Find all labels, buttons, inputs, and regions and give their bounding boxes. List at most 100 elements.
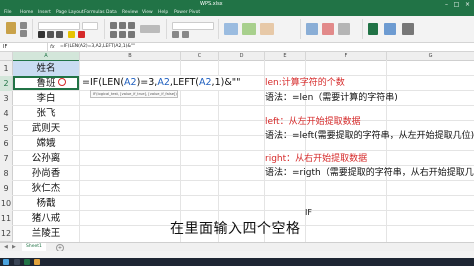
tab-review[interactable]: Review <box>122 9 138 16</box>
autosum-icon[interactable] <box>368 23 378 35</box>
column-header-c[interactable]: C <box>181 52 219 60</box>
cell-b2-formula-edit[interactable]: =IF(LEN(A2)=3,A2,LEFT(A2,1)&"" <box>82 76 241 90</box>
cell-a8[interactable]: 孙尚香 <box>13 166 79 181</box>
align-top-icon[interactable] <box>110 22 117 29</box>
column-header-g[interactable]: G <box>387 52 474 60</box>
copy-icon[interactable] <box>20 30 27 37</box>
format-table-icon[interactable] <box>242 23 256 35</box>
tab-home[interactable]: Home <box>20 9 33 16</box>
sort-filter-icon[interactable] <box>384 23 396 35</box>
cell-styles-icon[interactable] <box>260 23 274 35</box>
active-cell-outline[interactable] <box>13 76 79 90</box>
cell-a7[interactable]: 公孙离 <box>13 151 79 166</box>
cell-a10[interactable]: 杨戬 <box>13 196 79 211</box>
cell-a6[interactable]: 嫦娥 <box>13 136 79 151</box>
insert-cells-icon[interactable] <box>306 23 318 35</box>
font-color-icon[interactable] <box>78 31 85 38</box>
gridline <box>12 105 474 106</box>
tab-page-layout[interactable]: Page Layout <box>56 9 84 16</box>
row-header-12[interactable]: 12 <box>0 226 13 242</box>
column-header-a[interactable]: A <box>13 52 80 61</box>
tab-formulas[interactable]: Formulas <box>84 9 105 16</box>
column-header-e[interactable]: E <box>265 52 306 60</box>
gridline <box>79 60 80 242</box>
cut-icon[interactable] <box>20 22 27 29</box>
tab-power-pivot[interactable]: Power Pivot <box>174 9 200 16</box>
cell-a3[interactable]: 李白 <box>13 91 79 106</box>
formula-part: ,LEFT( <box>169 77 199 88</box>
start-icon[interactable] <box>3 259 9 265</box>
column-header-d[interactable]: D <box>219 52 265 60</box>
percent-icon[interactable] <box>172 31 179 38</box>
formula-part: =IF(LEN( <box>82 77 125 88</box>
align-bottom-icon[interactable] <box>128 22 135 29</box>
paste-icon[interactable] <box>6 22 16 34</box>
gridline <box>12 210 474 211</box>
gridline <box>12 150 474 151</box>
cells-group <box>302 19 363 39</box>
conditional-format-icon[interactable] <box>224 23 238 35</box>
gridline <box>386 60 387 242</box>
align-middle-icon[interactable] <box>119 22 126 29</box>
underline-icon[interactable] <box>56 31 63 38</box>
align-right-icon[interactable] <box>128 31 135 38</box>
tab-insert[interactable]: Insert <box>38 9 51 16</box>
note-left-syntax: 语法：=left(需要提取的字符串，从左开始提取几位) <box>265 131 474 141</box>
taskbar <box>0 258 474 266</box>
note-len-syntax: 语法：=len（需要计算的字符串) <box>265 93 398 103</box>
comma-icon[interactable] <box>182 31 189 38</box>
cell-a1-header[interactable]: 姓名 <box>13 61 79 76</box>
gridline <box>12 195 474 196</box>
align-left-icon[interactable] <box>110 31 117 38</box>
gridline <box>12 180 474 181</box>
fx-icon[interactable]: fx <box>50 43 55 51</box>
select-all-corner[interactable] <box>0 52 13 60</box>
formula-bar: IF fx =IF(LEN(A2)=3,A2,LEFT(A2,1)&"" <box>0 43 474 52</box>
formula-ref: A2 <box>157 77 170 88</box>
name-box[interactable]: IF <box>0 43 48 51</box>
maximize-icon[interactable]: □ <box>452 1 461 8</box>
formula-input[interactable]: =IF(LEN(A2)=3,A2,LEFT(A2,1)&"" <box>60 43 135 51</box>
column-headers: A B C D E F G <box>0 52 474 61</box>
formula-ref: A2 <box>199 77 212 88</box>
alignment-group <box>106 19 167 39</box>
cell-a4[interactable]: 张飞 <box>13 106 79 121</box>
gridline <box>12 90 474 91</box>
note-len-title: len:计算字符的个数 <box>265 78 345 88</box>
number-group <box>168 19 219 39</box>
number-format-select[interactable] <box>172 22 214 30</box>
italic-icon[interactable] <box>47 31 54 38</box>
search-icon[interactable] <box>14 259 20 265</box>
ribbon <box>0 16 474 43</box>
clipboard-group <box>2 19 33 39</box>
close-icon[interactable]: × <box>463 1 472 8</box>
merge-center-icon[interactable] <box>140 25 160 33</box>
cell-a9[interactable]: 狄仁杰 <box>13 181 79 196</box>
next-sheet-icon[interactable]: ▶ <box>12 243 16 251</box>
fill-color-icon[interactable] <box>68 31 75 38</box>
tab-help[interactable]: Help <box>158 9 168 16</box>
cell-a12[interactable]: 兰陵王 <box>13 226 79 241</box>
window-title: WPS.xlsx <box>200 1 223 7</box>
column-header-b[interactable]: B <box>80 52 181 60</box>
cell-a11[interactable]: 猪八戒 <box>13 211 79 226</box>
excel-taskbar-icon[interactable] <box>24 259 30 265</box>
delete-cells-icon[interactable] <box>322 23 334 35</box>
bold-icon[interactable] <box>38 31 45 38</box>
note-left-title: left：从左开始提取数据 <box>265 117 361 127</box>
font-name-select[interactable] <box>38 22 80 30</box>
mouse-cursor-icon <box>58 78 66 86</box>
tab-file[interactable]: File <box>4 9 12 16</box>
folder-icon[interactable] <box>34 259 40 265</box>
minimize-icon[interactable]: – <box>442 1 451 8</box>
prev-sheet-icon[interactable]: ◀ <box>4 243 8 251</box>
font-size-select[interactable] <box>82 22 98 30</box>
find-select-icon[interactable] <box>402 23 414 35</box>
tab-data[interactable]: Data <box>106 9 117 16</box>
format-cells-icon[interactable] <box>338 23 350 35</box>
formula-ref: A2 <box>124 77 137 88</box>
column-header-f[interactable]: F <box>306 52 387 60</box>
tab-view[interactable]: View <box>142 9 153 16</box>
cell-a5[interactable]: 武则天 <box>13 121 79 136</box>
align-center-icon[interactable] <box>119 31 126 38</box>
